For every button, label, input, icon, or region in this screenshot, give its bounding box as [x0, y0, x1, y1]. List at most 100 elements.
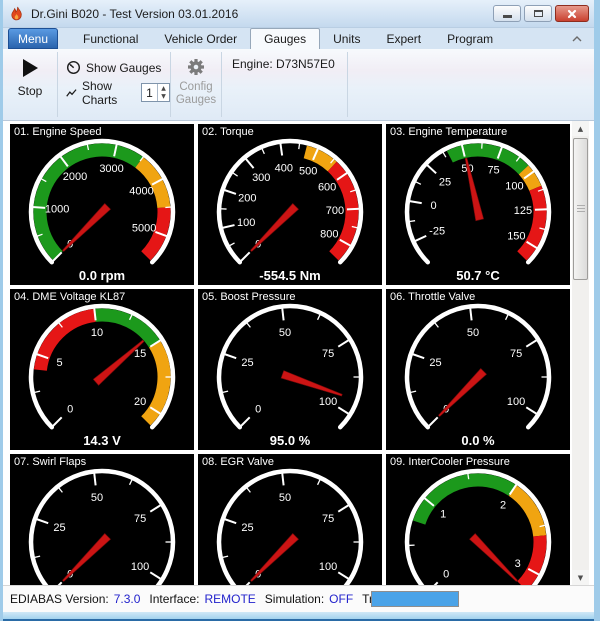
gauge-tick-label: 75	[322, 348, 334, 360]
spinner-down-icon[interactable]: ▼	[158, 93, 169, 102]
tab-expert[interactable]: Expert	[373, 28, 434, 49]
gauge-tick-label: 5	[56, 357, 62, 369]
gauge-title: 08. EGR Valve	[202, 456, 274, 468]
gauge-title: 09. InterCooler Pressure	[390, 456, 510, 468]
gauge-tile-07: 07. Swirl Flaps0255075100	[10, 454, 194, 585]
chevron-up-icon	[572, 36, 582, 42]
gauge-tick-label: 0	[255, 404, 261, 416]
engine-group: Engine: D73N57E0	[222, 49, 347, 120]
tab-program[interactable]: Program	[434, 28, 506, 49]
gauge-title: 03. Engine Temperature	[390, 126, 507, 138]
gauge-tile-08: 08. EGR Valve0255075100	[198, 454, 382, 585]
gauge-title: 05. Boost Pressure	[202, 291, 296, 303]
gauge-title: 04. DME Voltage KL87	[14, 291, 125, 303]
gauge-dial: -250255075100125150	[386, 124, 570, 285]
gauge-dial: 0255075100	[198, 289, 382, 450]
minimize-button[interactable]	[493, 5, 521, 22]
tab-functional[interactable]: Functional	[70, 28, 151, 49]
spinner-up-icon[interactable]: ▲	[158, 84, 169, 93]
vertical-scrollbar[interactable]: ▲ ▼	[572, 121, 589, 585]
gauge-tick-label: 75	[322, 513, 334, 525]
window-title: Dr.Gini B020 - Test Version 03.01.2016	[31, 7, 238, 21]
gauge-tile-09: 09. InterCooler Pressure0123	[386, 454, 570, 585]
window-controls	[493, 5, 589, 22]
app-window: Dr.Gini B020 - Test Version 03.01.2016 M…	[0, 0, 600, 621]
gauge-tick-label: 700	[326, 205, 344, 217]
gauge-tile-03: 03. Engine Temperature-25025507510012515…	[386, 124, 570, 285]
menu-button[interactable]: Menu	[8, 28, 58, 49]
tab-units[interactable]: Units	[320, 28, 373, 49]
gauge-value: 0.0 rpm	[10, 268, 194, 283]
scroll-up-button[interactable]: ▲	[572, 121, 589, 136]
gauge-value: -554.5 Nm	[198, 268, 382, 283]
close-icon	[567, 9, 577, 19]
gauge-tick-label: 3000	[99, 163, 123, 175]
gauge-tick-label: 25	[429, 357, 441, 369]
progress-bar-fill	[372, 592, 458, 606]
gauge-dial: 0255075100	[10, 454, 194, 585]
ediabas-version-value: 7.3.0	[114, 592, 141, 606]
gauge-needle	[281, 371, 342, 396]
tab-vehicle-order[interactable]: Vehicle Order	[151, 28, 250, 49]
gauge-tick-label: 100	[319, 561, 337, 573]
gauge-tick-label: 75	[510, 348, 522, 360]
gauge-tick-label: 50	[467, 327, 479, 339]
gear-icon	[186, 57, 206, 77]
gauge-value: 95.0 %	[198, 433, 382, 448]
scrollbar-thumb[interactable]	[573, 138, 588, 280]
engine-label: Engine: D73N57E0	[232, 57, 335, 71]
scroll-down-button[interactable]: ▼	[572, 570, 589, 585]
status-bar: EDIABAS Version: 7.3.0 Interface: REMOTE…	[3, 585, 594, 612]
show-gauges-label: Show Gauges	[86, 61, 161, 75]
simulation-value: OFF	[329, 592, 353, 606]
gauge-tick-label: 300	[252, 172, 270, 184]
stop-button[interactable]: Stop	[3, 49, 57, 120]
maximize-button[interactable]	[524, 5, 552, 22]
gauge-tick-label: 100	[319, 396, 337, 408]
gauge-needle	[63, 534, 111, 582]
gauge-title: 01. Engine Speed	[14, 126, 101, 138]
gauge-tick-label: 400	[275, 162, 293, 174]
gauge-tile-06: 06. Throttle Valve02550751000.0 %	[386, 289, 570, 450]
gauge-tick-label: 25	[241, 522, 253, 534]
gauge-value: 14.3 V	[10, 433, 194, 448]
view-group: Show Gauges Show Charts 1 ▲ ▼	[58, 49, 170, 120]
gauge-tick-label: 100	[131, 561, 149, 573]
gauge-tick-label: 100	[507, 396, 525, 408]
gauge-tick-label: 150	[507, 230, 525, 242]
ribbon-toolbar: Stop Show Gauges Show Charts 1 ▲ ▼	[3, 49, 594, 121]
gauge-tick-label: 1000	[45, 204, 69, 216]
window-bottom-border	[3, 612, 594, 621]
gauge-tick-label: 100	[505, 180, 523, 192]
tab-gauges[interactable]: Gauges	[250, 28, 320, 49]
gauge-tick-label: 0	[67, 404, 73, 416]
gauge-needle	[470, 534, 518, 582]
gauge-tick-label: 600	[318, 181, 336, 193]
gauge-tick-label: 25	[53, 522, 65, 534]
show-charts-label[interactable]: Show Charts	[82, 79, 132, 107]
charts-count-spinner[interactable]: 1 ▲ ▼	[141, 83, 170, 102]
gauge-tile-01: 01. Engine Speed0100020003000400050000.0…	[10, 124, 194, 285]
gauge-needle	[93, 340, 144, 385]
config-gauges-button[interactable]: Config Gauges	[171, 49, 221, 120]
gauge-needle	[251, 204, 299, 252]
gauge-tick-label: 4000	[129, 185, 153, 197]
gauge-tick-label: 125	[514, 205, 532, 217]
simulation-label: Simulation:	[265, 592, 324, 606]
gauge-tick-label: 0	[430, 200, 436, 212]
ribbon-tab-bar: Menu Functional Vehicle Order Gauges Uni…	[3, 28, 594, 49]
gauge-needle	[439, 369, 487, 417]
close-button[interactable]	[555, 5, 589, 22]
gauge-dial: 05101520	[10, 289, 194, 450]
maximize-icon	[534, 10, 543, 17]
title-bar[interactable]: Dr.Gini B020 - Test Version 03.01.2016	[3, 0, 594, 28]
gauge-tick-label: 5000	[132, 223, 156, 235]
show-gauges-button[interactable]: Show Gauges	[66, 55, 170, 80]
charts-count-value[interactable]: 1	[142, 84, 157, 101]
gauge-value: 50.7 °C	[386, 268, 570, 283]
collapse-ribbon-button[interactable]	[570, 33, 584, 45]
gauge-tick-label: 3	[515, 558, 521, 570]
interface-label: Interface:	[149, 592, 199, 606]
gauge-tick-label: 25	[439, 176, 451, 188]
group-separator	[347, 52, 348, 117]
